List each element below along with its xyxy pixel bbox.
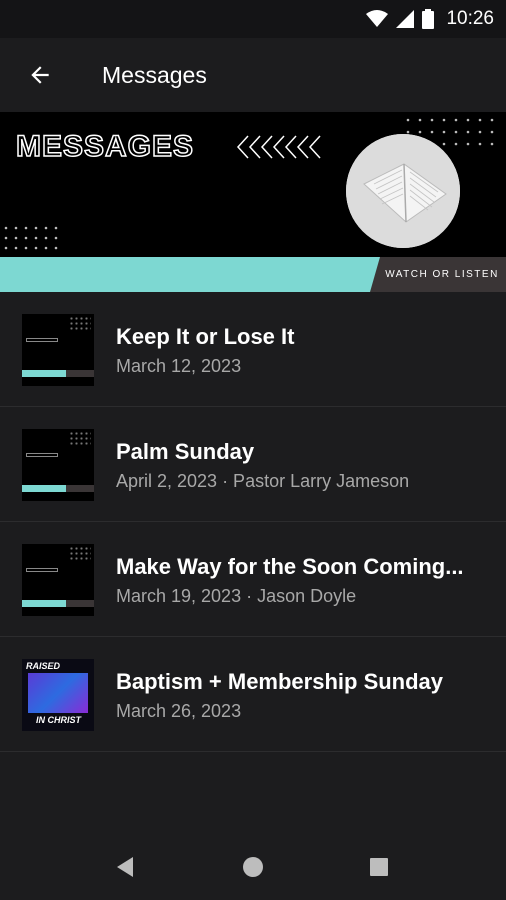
nav-back-button[interactable] bbox=[102, 844, 148, 890]
list-item[interactable]: Palm Sunday April 2, 2023 · Pastor Larry… bbox=[0, 407, 506, 522]
system-nav-bar bbox=[0, 834, 506, 900]
battery-icon bbox=[422, 9, 435, 29]
page-title: Messages bbox=[102, 62, 207, 88]
message-title: Make Way for the Soon Coming... bbox=[116, 554, 464, 579]
back-triangle-icon bbox=[117, 857, 133, 877]
message-thumbnail bbox=[22, 544, 94, 616]
thumbnail-text: RAISED bbox=[26, 661, 61, 671]
home-circle-icon bbox=[243, 857, 263, 877]
list-item[interactable]: RAISED IN CHRIST Baptism + Membership Su… bbox=[0, 637, 506, 752]
list-item[interactable]: Keep It or Lose It March 12, 2023 bbox=[0, 292, 506, 407]
message-title: Baptism + Membership Sunday bbox=[116, 669, 444, 694]
message-thumbnail: RAISED IN CHRIST bbox=[22, 659, 94, 731]
message-title: Keep It or Lose It bbox=[116, 324, 295, 349]
messages-banner: MESSAGES WATCH OR LISTEN bbox=[0, 112, 506, 292]
message-thumbnail bbox=[22, 314, 94, 386]
message-thumbnail bbox=[22, 429, 94, 501]
message-subtitle: April 2, 2023 · Pastor Larry Jameson bbox=[116, 471, 410, 491]
arrow-back-icon bbox=[31, 66, 49, 84]
list-item[interactable]: Make Way for the Soon Coming... March 19… bbox=[0, 522, 506, 637]
wifi-icon bbox=[366, 10, 389, 27]
nav-recents-button[interactable] bbox=[356, 844, 402, 890]
status-bar: 10:26 bbox=[0, 0, 506, 38]
banner-accent-strip bbox=[0, 257, 380, 292]
app-bar: Messages bbox=[0, 38, 506, 112]
open-book-image bbox=[346, 134, 460, 248]
message-subtitle: March 19, 2023 · Jason Doyle bbox=[116, 586, 357, 606]
messages-list: Keep It or Lose It March 12, 2023 Palm S… bbox=[0, 292, 506, 752]
message-subtitle: March 26, 2023 bbox=[116, 701, 242, 721]
signal-icon bbox=[396, 10, 415, 28]
message-title: Palm Sunday bbox=[116, 439, 255, 464]
thumbnail-text: IN CHRIST bbox=[36, 715, 81, 725]
recents-square-icon bbox=[370, 858, 388, 876]
worship-crowd-image bbox=[28, 673, 88, 713]
chevrons-left-icon bbox=[236, 135, 321, 159]
banner-title: MESSAGES bbox=[15, 129, 195, 164]
status-time: 10:26 bbox=[446, 8, 494, 29]
watch-or-listen-label: WATCH OR LISTEN bbox=[370, 257, 506, 292]
message-subtitle: March 12, 2023 bbox=[116, 356, 242, 376]
nav-home-button[interactable] bbox=[230, 844, 276, 890]
back-button[interactable] bbox=[16, 51, 64, 99]
